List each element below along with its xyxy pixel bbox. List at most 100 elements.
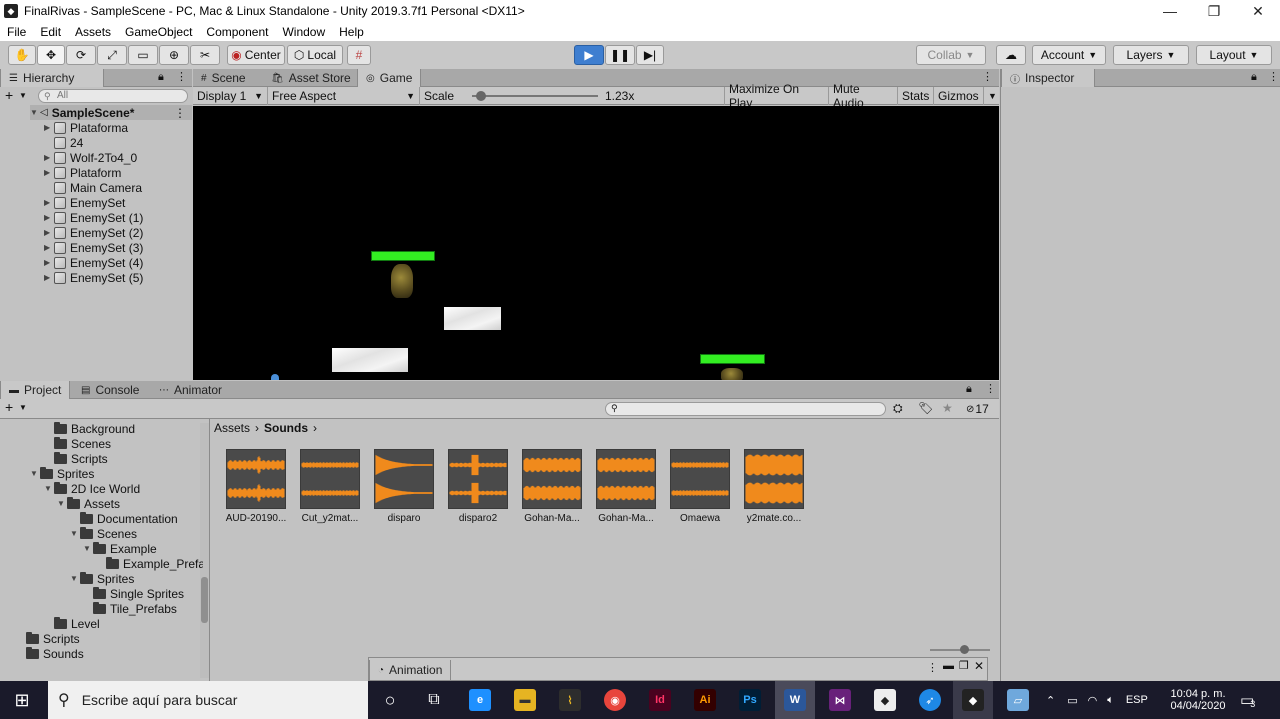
hierarchy-search-input[interactable]: ⚲ All	[38, 89, 188, 103]
maximize-panel-icon[interactable]: ❐	[959, 659, 969, 672]
project-search-input[interactable]: ⚲	[605, 402, 886, 416]
rect-tool-button[interactable]: ▭	[128, 45, 158, 65]
menu-file[interactable]: File	[0, 25, 33, 39]
wifi-icon[interactable]: ◠	[1088, 694, 1098, 707]
menu-edit[interactable]: Edit	[33, 25, 68, 39]
panel-menu-icon[interactable]: ⋮	[982, 70, 993, 83]
icon-size-slider-handle[interactable]	[960, 645, 969, 654]
hierarchy-item[interactable]: 24	[44, 135, 83, 150]
panel-menu-icon[interactable]: ⋮	[1268, 70, 1279, 83]
collapsed-arrow-icon[interactable]: ▶	[44, 168, 54, 177]
project-folder-item[interactable]: ▼ Example	[83, 541, 157, 556]
lock-icon[interactable]: 🔒︎	[1251, 71, 1257, 84]
tab-hierarchy[interactable]: ☰ Hierarchy	[0, 69, 104, 87]
hierarchy-item[interactable]: ▶ EnemySet (5)	[44, 270, 143, 285]
maximize-on-play-toggle[interactable]: Maximize On Play	[725, 82, 829, 110]
project-folder-item[interactable]: ▼ Sprites	[70, 571, 134, 586]
collapsed-arrow-icon[interactable]: ▶	[44, 258, 54, 267]
step-button[interactable]: ▶|	[636, 45, 664, 65]
hierarchy-item[interactable]: ▶ Plataforma	[44, 120, 128, 135]
transform-tool-button[interactable]: ⊕	[159, 45, 189, 65]
favorite-star-icon[interactable]: ★	[942, 401, 953, 415]
hierarchy-item[interactable]: ▶ EnemySet (4)	[44, 255, 143, 270]
hierarchy-item[interactable]: ▶ Wolf-2To4_0	[44, 150, 137, 165]
breadcrumb-assets[interactable]: Assets	[214, 421, 250, 435]
icon-size-slider[interactable]	[930, 645, 990, 654]
panel-menu-icon[interactable]: ⋮	[985, 382, 996, 395]
tree-scrollbar-thumb[interactable]	[201, 577, 208, 623]
menu-help[interactable]: Help	[332, 25, 371, 39]
gizmos-toggle[interactable]: Gizmos	[934, 87, 984, 105]
pivot-local-button[interactable]: ⬡ Local	[287, 45, 343, 65]
audio-asset[interactable]: y2mate.co...	[743, 449, 805, 524]
tree-scrollbar[interactable]	[200, 423, 209, 678]
clock[interactable]: 10:04 p. m. 04/04/2020	[1168, 681, 1228, 719]
menu-gameobject[interactable]: GameObject	[118, 25, 199, 39]
chevron-down-icon[interactable]: ▼	[19, 403, 27, 412]
filter-type-icon[interactable]: ⛭	[893, 401, 903, 416]
project-folder-item[interactable]: Scripts	[16, 631, 80, 646]
scale-slider-track[interactable]	[472, 95, 598, 97]
pivot-center-button[interactable]: ◉ Center	[227, 45, 285, 65]
tab-animator[interactable]: ⋯ Animator	[151, 381, 230, 399]
minimize-button[interactable]: —	[1148, 0, 1192, 22]
tab-game[interactable]: ◎ Game	[357, 69, 422, 87]
expanded-arrow-icon[interactable]: ▼	[70, 574, 80, 583]
layout-dropdown[interactable]: Layout ▼	[1196, 45, 1272, 65]
audio-asset[interactable]: Gohan-Ma...	[521, 449, 583, 524]
layers-dropdown[interactable]: Layers ▼	[1113, 45, 1189, 65]
play-button[interactable]: ▶	[574, 45, 604, 65]
tab-console[interactable]: ▤ Console	[73, 381, 147, 399]
project-folder-item[interactable]: ▼ Assets	[57, 496, 120, 511]
aspect-dropdown[interactable]: Free Aspect ▼	[268, 87, 420, 105]
expanded-arrow-icon[interactable]: ▼	[30, 108, 40, 117]
edge-app[interactable]: e	[460, 681, 500, 719]
project-folder-item[interactable]: Documentation	[70, 511, 178, 526]
collapsed-arrow-icon[interactable]: ▶	[44, 123, 54, 132]
collapsed-arrow-icon[interactable]: ▶	[44, 243, 54, 252]
audio-asset[interactable]: Omaewa	[669, 449, 731, 524]
stats-toggle[interactable]: Stats	[898, 87, 934, 105]
menu-component[interactable]: Component	[199, 25, 275, 39]
file-explorer-app[interactable]: ▬	[505, 681, 545, 719]
scene-root-row[interactable]: ▼ ◁ SampleScene* ⋮	[30, 105, 192, 120]
gizmos-dropdown[interactable]: ▼	[984, 87, 999, 105]
chevron-up-icon[interactable]: ⌃	[1046, 694, 1055, 707]
hidden-packages-toggle[interactable]: ⊘ 17	[966, 402, 989, 416]
menu-window[interactable]: Window	[275, 25, 332, 39]
create-add-button[interactable]: +	[5, 399, 13, 415]
project-folder-item[interactable]: Background	[44, 421, 135, 436]
word-app[interactable]: W	[775, 681, 815, 719]
rotate-tool-button[interactable]: ⟳	[66, 45, 96, 65]
scale-tool-button[interactable]: ⤢	[97, 45, 127, 65]
visual-studio-app[interactable]: ⋈	[820, 681, 860, 719]
account-dropdown[interactable]: Account ▼	[1032, 45, 1106, 65]
collab-dropdown[interactable]: Collab ▼	[916, 45, 986, 65]
cloud-button[interactable]: ☁	[996, 45, 1026, 65]
project-folder-item[interactable]: Scenes	[44, 436, 111, 451]
volume-icon[interactable]: 🔈︎	[1107, 694, 1114, 707]
project-folder-item[interactable]: Single Sprites	[83, 586, 184, 601]
notification-center-button[interactable]: ▭ 3	[1240, 681, 1255, 719]
photoshop-app[interactable]: Ps	[730, 681, 770, 719]
language-indicator[interactable]: ESP	[1126, 694, 1148, 706]
collapsed-arrow-icon[interactable]: ▶	[44, 273, 54, 282]
audio-asset[interactable]: disparo2	[447, 449, 509, 524]
create-add-button[interactable]: +	[5, 87, 13, 103]
hand-tool-button[interactable]: ✋	[8, 45, 36, 65]
menu-assets[interactable]: Assets	[68, 25, 118, 39]
tab-inspector[interactable]: ⓘ Inspector	[1001, 69, 1095, 87]
unity-editor-app[interactable]: ◆	[953, 681, 993, 719]
tab-scene[interactable]: # Scene	[193, 69, 254, 87]
project-folder-item[interactable]: ▼ 2D Ice World	[44, 481, 140, 496]
other-app[interactable]: ▱	[998, 681, 1038, 719]
maximize-button[interactable]: ❐	[1192, 0, 1236, 22]
project-folder-item[interactable]: ▼ Sprites	[30, 466, 94, 481]
scale-slider-handle[interactable]	[476, 91, 486, 101]
audio-asset[interactable]: disparo	[373, 449, 435, 524]
hierarchy-item[interactable]: ▶ EnemySet (2)	[44, 225, 143, 240]
taskbar-search-input[interactable]: ⚲ Escribe aquí para buscar	[48, 681, 368, 719]
hierarchy-item[interactable]: ▶ EnemySet (1)	[44, 210, 143, 225]
audio-asset[interactable]: Cut_y2mat...	[299, 449, 361, 524]
scene-menu-icon[interactable]: ⋮	[174, 106, 186, 120]
